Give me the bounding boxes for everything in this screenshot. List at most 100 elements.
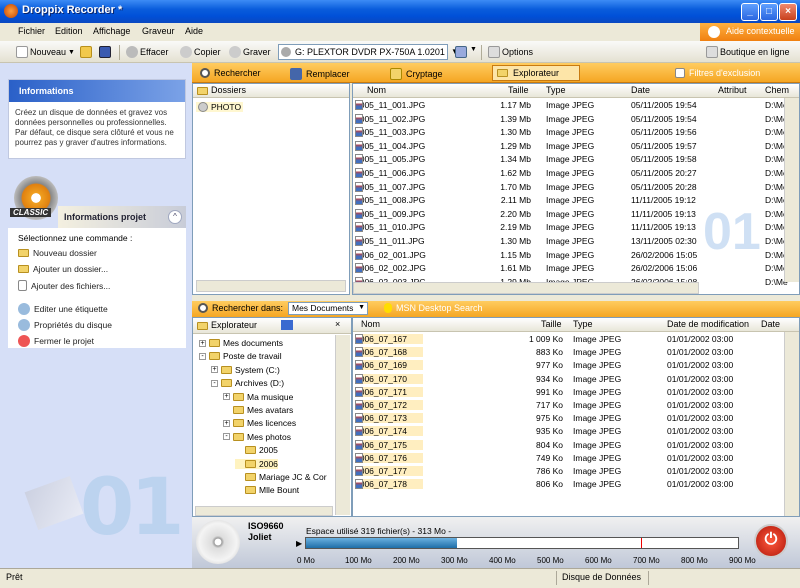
- tree-node[interactable]: 2006: [235, 458, 278, 469]
- expand-toggle-icon[interactable]: -: [199, 352, 206, 360]
- list1-col-2[interactable]: Type: [546, 85, 566, 95]
- table-row[interactable]: 2006_07_167 1 009 Ko Image JPEG 01/01/2002 …: [353, 334, 793, 347]
- remplacer-button[interactable]: Remplacer: [290, 68, 350, 80]
- context-help-button[interactable]: Aide contextuelle: [700, 23, 800, 41]
- tree-vscrollbar[interactable]: [335, 335, 350, 515]
- table-row[interactable]: 2005_11_002.JPG 1.39 Mb Image JPEG 05/11/20…: [353, 113, 793, 127]
- disc-check-icon[interactable]: [455, 46, 467, 58]
- list2-col-0[interactable]: Nom: [361, 319, 380, 329]
- list1-vscrollbar[interactable]: [784, 98, 799, 282]
- cmd-add-folder[interactable]: Ajouter un dossier...: [18, 264, 108, 274]
- expand-toggle-icon[interactable]: -: [211, 379, 218, 387]
- list1-col-4[interactable]: Attribut: [718, 85, 747, 95]
- save-icon[interactable]: [99, 46, 111, 58]
- table-row[interactable]: 2006_07_173 975 Ko Image JPEG 01/01/2002 03…: [353, 413, 793, 426]
- list2-vscrollbar[interactable]: [784, 332, 799, 516]
- folder-icon: [209, 339, 220, 347]
- cmd-disc-properties[interactable]: Propriétés du disque: [18, 319, 112, 331]
- disc-check-dropdown[interactable]: ▼: [470, 46, 477, 53]
- list2-col-4[interactable]: Date: [761, 319, 780, 329]
- table-row[interactable]: 2006_07_178 806 Ko Image JPEG 01/01/2002 03…: [353, 479, 793, 492]
- tree-node[interactable]: Mlle Bount: [235, 485, 299, 495]
- table-row[interactable]: 2005_11_005.JPG 1.34 Mb Image JPEG 05/11/20…: [353, 154, 793, 167]
- list2-col-2[interactable]: Type: [573, 319, 593, 329]
- collapse-chevron-icon[interactable]: ^: [168, 210, 182, 224]
- menu-affichage[interactable]: Affichage: [93, 26, 130, 36]
- tree-node[interactable]: - Archives (D:): [211, 378, 284, 388]
- menu-edition[interactable]: Edition: [55, 26, 83, 36]
- explorer-tab-label[interactable]: Explorateur: [211, 320, 257, 330]
- effacer-button[interactable]: Effacer: [126, 46, 168, 58]
- table-row[interactable]: 2005_11_006.JPG 1.62 Mb Image JPEG 05/11/20…: [353, 168, 793, 181]
- copier-button[interactable]: Copier: [180, 46, 221, 58]
- new-button[interactable]: Nouveau ▼: [16, 46, 75, 58]
- expand-toggle-icon[interactable]: +: [199, 339, 206, 347]
- minimize-button[interactable]: _: [741, 3, 759, 21]
- tree-node[interactable]: + Ma musique: [223, 392, 293, 402]
- cmd-edit-label[interactable]: Editer une étiquette: [18, 303, 108, 315]
- expand-toggle-icon[interactable]: +: [223, 393, 230, 401]
- table-row[interactable]: 2005_11_001.JPG 1.17 Mb Image JPEG 05/11/20…: [353, 100, 793, 113]
- menu-aide[interactable]: Aide: [185, 26, 203, 36]
- expand-toggle-icon[interactable]: -: [223, 433, 230, 441]
- rechercher-button[interactable]: Rechercher: [200, 68, 261, 78]
- list1-col-5[interactable]: Chem: [765, 85, 789, 95]
- filter-checkbox[interactable]: [675, 68, 685, 78]
- tree-node[interactable]: Mariage JC & Cor: [235, 472, 327, 482]
- table-row[interactable]: 2006_07_168 883 Ko Image JPEG 01/01/2002 03…: [353, 347, 793, 360]
- cmd-new-folder[interactable]: Nouveau dossier: [18, 248, 97, 258]
- maximize-button[interactable]: □: [760, 3, 778, 21]
- folder-photo[interactable]: PHOTO: [196, 102, 244, 112]
- tree-node[interactable]: - Poste de travail: [199, 351, 282, 361]
- folders-hscrollbar[interactable]: [196, 280, 346, 292]
- expand-toggle-icon[interactable]: +: [211, 366, 218, 374]
- expand-toggle-icon[interactable]: +: [223, 419, 230, 427]
- list1-col-0[interactable]: Nom: [367, 85, 386, 95]
- search-location-select[interactable]: Mes Documents ▼: [288, 302, 368, 315]
- graver-button[interactable]: Graver: [229, 46, 271, 58]
- tree-node[interactable]: Mes avatars: [223, 405, 293, 415]
- msn-search-button[interactable]: MSN Desktop Search: [384, 303, 483, 313]
- list1-hscrollbar[interactable]: [353, 282, 699, 294]
- list2-col-1[interactable]: Taille: [541, 319, 562, 329]
- explorer-close-icon[interactable]: ×: [335, 319, 340, 329]
- drive-select[interactable]: G: PLEXTOR DVDR PX-750A 1.0201: [278, 44, 448, 60]
- tree-node[interactable]: + Mes licences: [223, 418, 296, 428]
- tree-node[interactable]: 2005: [235, 445, 278, 455]
- tree-node[interactable]: + Mes documents: [199, 338, 283, 348]
- list1-col-1[interactable]: Taille: [508, 85, 529, 95]
- tree-node[interactable]: - Mes photos: [223, 432, 291, 442]
- title-bar[interactable]: Droppix Recorder * _ □ ×: [0, 0, 800, 23]
- close-button[interactable]: ×: [779, 3, 797, 21]
- cmd-add-files[interactable]: Ajouter des fichiers...: [18, 280, 110, 291]
- menu-graveur[interactable]: Graveur: [142, 26, 175, 36]
- menu-fichier[interactable]: Fichier: [18, 26, 45, 36]
- cmd-close-project[interactable]: Fermer le projet: [18, 335, 94, 347]
- table-row[interactable]: 2006_07_174 935 Ko Image JPEG 01/01/2002 03…: [353, 426, 793, 439]
- table-row[interactable]: 2006_07_175 804 Ko Image JPEG 01/01/2002 03…: [353, 439, 793, 453]
- table-row[interactable]: 2005_11_003.JPG 1.30 Mb Image JPEG 05/11/20…: [353, 127, 793, 140]
- tree-node[interactable]: + System (C:): [211, 365, 280, 375]
- table-row[interactable]: 2006_02_002.JPG 1.61 Mb Image JPEG 26/02/20…: [353, 263, 793, 276]
- exclusion-filters[interactable]: Filtres d'exclusion: [675, 68, 760, 78]
- list2-col-3[interactable]: Date de modification: [667, 319, 749, 329]
- table-row[interactable]: 2006_07_176 749 Ko Image JPEG 01/01/2002 03…: [353, 452, 793, 466]
- table-row[interactable]: 2006_07_170 934 Ko Image JPEG 01/01/2002 03…: [353, 373, 793, 387]
- tree-hscrollbar[interactable]: [195, 506, 333, 516]
- table-row[interactable]: 2006_07_172 717 Ko Image JPEG 01/01/2002 03…: [353, 400, 793, 413]
- explorateur-tab[interactable]: Explorateur: [492, 65, 580, 81]
- search-in-button[interactable]: Rechercher dans:: [198, 303, 283, 313]
- options-button[interactable]: Options: [488, 46, 533, 58]
- open-folder-icon[interactable]: [80, 46, 92, 58]
- boutique-button[interactable]: Boutique en ligne: [706, 46, 790, 58]
- table-row[interactable]: 2006_07_169 977 Ko Image JPEG 01/01/2002 03…: [353, 360, 793, 373]
- table-row[interactable]: 2006_07_177 786 Ko Image JPEG 01/01/2002 03…: [353, 466, 793, 479]
- row-type: Image JPEG: [546, 154, 595, 165]
- table-row[interactable]: 2005_11_007.JPG 1.70 Mb Image JPEG 05/11/20…: [353, 181, 793, 195]
- list1-col-3[interactable]: Date: [631, 85, 650, 95]
- cryptage-button[interactable]: Cryptage: [390, 68, 443, 80]
- power-button[interactable]: ⏻: [754, 524, 788, 558]
- table-row[interactable]: 2005_11_004.JPG 1.29 Mb Image JPEG 05/11/20…: [353, 140, 793, 154]
- table-row[interactable]: 2006_07_171 991 Ko Image JPEG 01/01/2002 03…: [353, 386, 793, 400]
- explorer-view-icon[interactable]: [281, 320, 293, 330]
